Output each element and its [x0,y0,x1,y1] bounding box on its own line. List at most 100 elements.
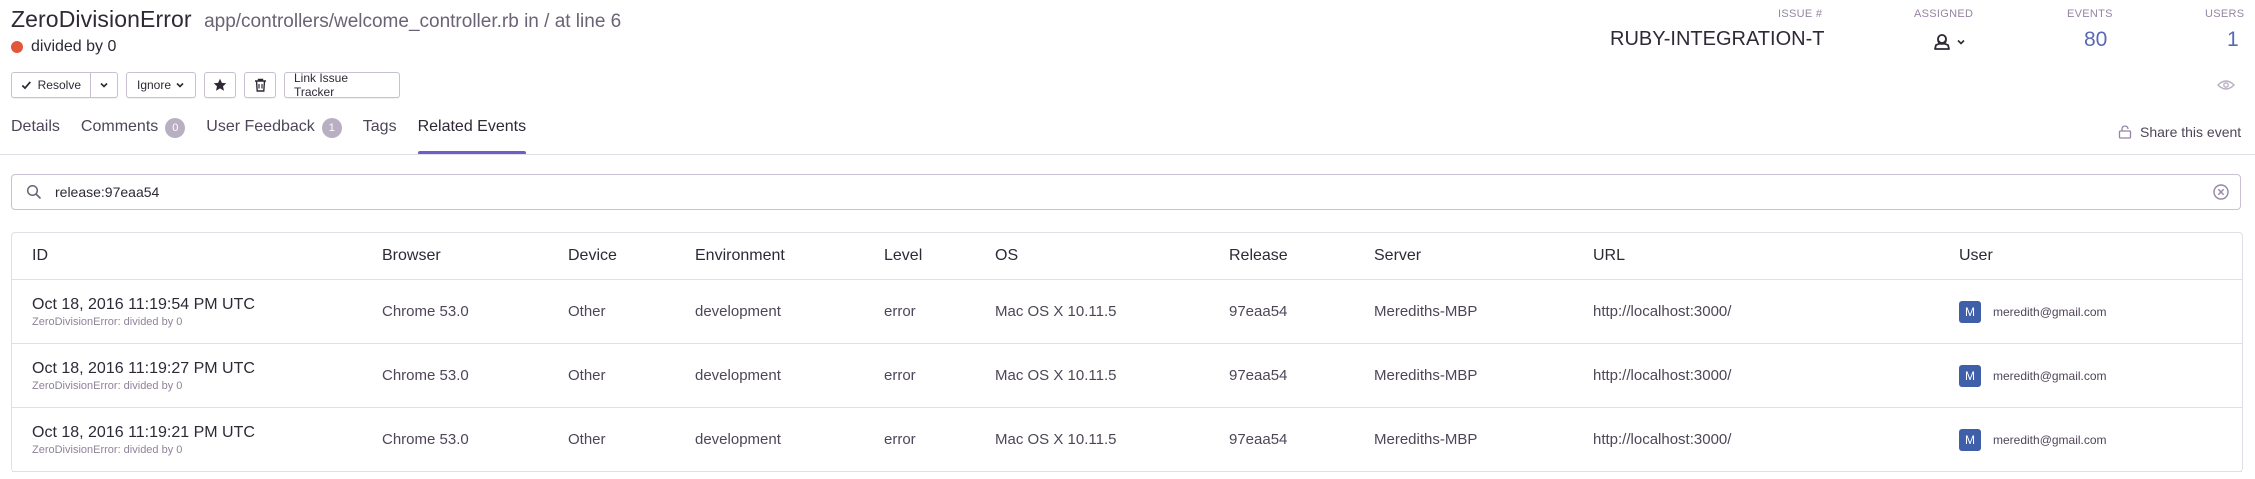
environment-cell: development [695,343,884,408]
level-cell: error [884,407,995,472]
avatar: M [1959,300,1981,323]
tab-label: Details [11,118,60,135]
tab-user-feedback[interactable]: User Feedback 1 [206,118,342,154]
column-header-level: Level [884,233,995,280]
event-message: ZeroDivisionError: divided by 0 [32,379,183,392]
user-email: meredith@gmail.com [1993,304,2107,319]
tab-label: Comments [80,118,159,135]
column-header-release: Release [1229,233,1374,280]
device-cell: Other [568,343,695,408]
subscribe-button[interactable] [2214,76,2238,94]
eye-icon [2217,80,2235,90]
column-header-browser: Browser [382,233,568,280]
event-message: ZeroDivisionError: divided by 0 [32,443,183,456]
trash-icon [254,78,266,92]
column-header-id: ID [12,233,382,280]
resolve-button-group: Resolve [11,72,118,98]
event-id-cell[interactable]: Oct 18, 2016 11:19:27 PM UTC ZeroDivisio… [12,343,382,408]
share-event-button[interactable]: Share this event [2118,124,2241,140]
star-icon [213,78,227,91]
os-cell: Mac OS X 10.11.5 [995,407,1229,472]
issue-tabs: Details Comments 0 User Feedback 1 Tags … [11,118,547,155]
os-cell: Mac OS X 10.11.5 [995,343,1229,408]
issue-stats: ISSUE # RUBY-INTEGRATION-T ASSIGNED EVEN… [0,4,2255,64]
tab-count-badge: 1 [321,118,342,138]
chevron-down-icon [100,82,108,88]
table-row[interactable]: Oct 18, 2016 11:19:27 PM UTC ZeroDivisio… [12,343,2242,408]
event-id-cell[interactable]: Oct 18, 2016 11:19:21 PM UTC ZeroDivisio… [12,407,382,472]
url-cell: http://localhost:3000/ [1593,407,1959,472]
event-message: ZeroDivisionError: divided by 0 [32,315,183,328]
column-header-server: Server [1374,233,1593,280]
events-table: ID Browser Device Environment Level OS R… [11,232,2243,472]
column-header-environment: Environment [695,233,884,280]
checkmark-icon [21,81,31,90]
tab-details[interactable]: Details [11,118,60,154]
tab-label: Related Events [417,118,527,135]
bookmark-button[interactable] [204,72,236,98]
user-icon [1934,34,1950,50]
events-count[interactable]: 80 [2084,28,2107,52]
tab-label: User Feedback [206,118,315,135]
table-header-row: ID Browser Device Environment Level OS R… [12,233,2242,280]
users-label: USERS [2205,8,2245,20]
chevron-down-icon [1957,39,1965,45]
issue-actions: Resolve Ignore Link Issue Tracker [11,71,400,99]
clear-search-icon[interactable] [2212,183,2230,201]
avatar: M [1959,428,1981,451]
search-icon [26,184,42,200]
ignore-label: Ignore [136,78,172,92]
event-date[interactable]: Oct 18, 2016 11:19:27 PM UTC [32,360,382,378]
browser-cell: Chrome 53.0 [382,407,568,472]
column-header-device: Device [568,233,695,280]
server-cell: Merediths-MBP [1374,279,1593,344]
search-input[interactable] [53,183,2212,201]
environment-cell: development [695,279,884,344]
table-row[interactable]: Oct 18, 2016 11:19:54 PM UTC ZeroDivisio… [12,279,2242,344]
ignore-button[interactable]: Ignore [126,72,196,98]
link-issue-tracker-button[interactable]: Link Issue Tracker [284,71,400,99]
resolve-dropdown-button[interactable] [91,72,118,98]
os-cell: Mac OS X 10.11.5 [995,279,1229,344]
environment-cell: development [695,407,884,472]
event-id-cell[interactable]: Oct 18, 2016 11:19:54 PM UTC ZeroDivisio… [12,279,382,344]
lock-icon [2118,125,2132,139]
user-email: meredith@gmail.com [1993,432,2107,447]
tab-count-badge: 0 [165,118,186,138]
tab-label: Tags [362,118,397,135]
browser-cell: Chrome 53.0 [382,279,568,344]
issue-number-label: ISSUE # [1778,8,1823,20]
column-header-os: OS [995,233,1229,280]
column-header-user: User [1959,233,2242,280]
event-date[interactable]: Oct 18, 2016 11:19:54 PM UTC [32,296,382,314]
device-cell: Other [568,407,695,472]
share-event-label: Share this event [2140,124,2242,140]
assigned-label: ASSIGNED [1914,8,1974,20]
tab-tags[interactable]: Tags [363,118,397,154]
resolve-label: Resolve [37,78,81,92]
delete-button[interactable] [244,72,276,98]
user-cell: M meredith@gmail.com [1959,279,2242,344]
issue-number-value[interactable]: RUBY-INTEGRATION-T [1610,28,1824,51]
url-cell: http://localhost:3000/ [1593,279,1959,344]
users-count[interactable]: 1 [2227,28,2239,52]
user-email: meredith@gmail.com [1993,368,2107,383]
search-bar [11,174,2241,210]
level-cell: error [884,343,995,408]
tabs-divider [0,154,2255,155]
event-date[interactable]: Oct 18, 2016 11:19:21 PM UTC [32,424,382,442]
server-cell: Merediths-MBP [1374,343,1593,408]
user-cell: M meredith@gmail.com [1959,407,2242,472]
url-cell: http://localhost:3000/ [1593,343,1959,408]
avatar: M [1959,364,1981,387]
release-cell: 97eaa54 [1229,279,1374,344]
tab-related-events[interactable]: Related Events [417,118,527,155]
link-issue-tracker-label: Link Issue Tracker [294,71,349,99]
release-cell: 97eaa54 [1229,343,1374,408]
table-row[interactable]: Oct 18, 2016 11:19:21 PM UTC ZeroDivisio… [12,407,2242,472]
tab-comments[interactable]: Comments 0 [80,118,186,154]
assignee-selector[interactable] [1932,32,1966,52]
release-cell: 97eaa54 [1229,407,1374,472]
user-cell: M meredith@gmail.com [1959,343,2242,408]
resolve-button[interactable]: Resolve [11,72,91,98]
